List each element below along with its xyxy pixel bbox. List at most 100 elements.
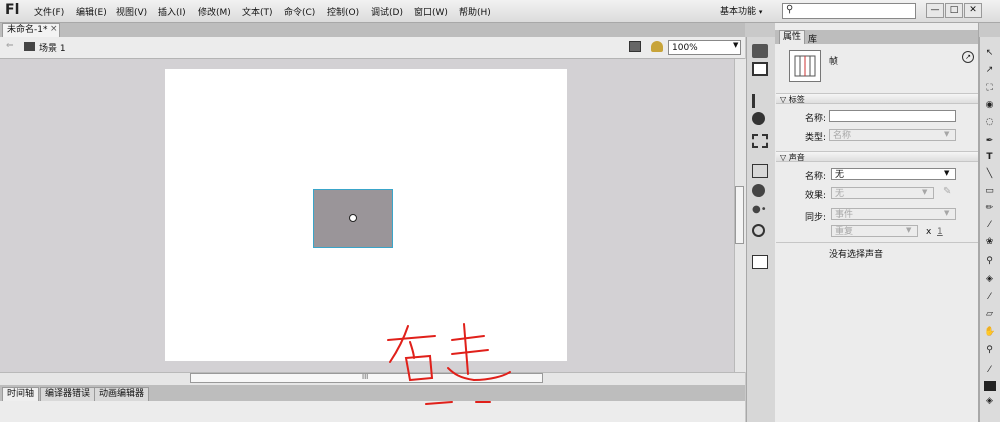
workspace-label: 基本功能 — [720, 7, 757, 17]
close-tab-icon[interactable]: × — [50, 24, 58, 34]
timeline-area — [0, 401, 745, 422]
history-icon[interactable] — [752, 255, 768, 269]
tab-compiler-errors[interactable]: 编译器错误 — [40, 387, 96, 401]
search-icon: ⚲ — [786, 4, 794, 15]
transform-icon[interactable] — [752, 134, 768, 148]
menu-view[interactable]: 视图(V) — [116, 5, 147, 18]
tab-motion-editor[interactable]: 动画编辑器 — [94, 387, 150, 401]
color-panel-icon[interactable] — [752, 44, 768, 58]
document-tab-strip — [0, 23, 745, 37]
sound-effect-label: 效果: — [804, 191, 826, 201]
chevron-down-icon: ▼ — [944, 209, 950, 217]
brush-icon[interactable]: ⁄ — [984, 220, 995, 231]
stroke-color-icon[interactable]: ⁄ — [984, 365, 995, 376]
tab-properties[interactable]: 属性 — [779, 30, 805, 44]
motion-presets-icon[interactable]: ●• — [752, 204, 768, 218]
menu-edit[interactable]: 编辑(E) — [76, 5, 107, 18]
help-icon[interactable]: ↗ — [962, 51, 974, 63]
selection-tool-icon[interactable]: ↖ — [984, 48, 995, 59]
search-input[interactable] — [782, 3, 916, 19]
chevron-down-icon: ▾ — [758, 8, 763, 16]
chevron-down-icon: ▼ — [733, 41, 739, 49]
edit-scene-icon[interactable] — [629, 41, 641, 52]
label-section-title: 标签 — [788, 95, 805, 104]
annotation-handwriting: 右击 — [380, 318, 511, 405]
sound-name-select[interactable]: 无 — [831, 168, 956, 180]
behaviors-icon[interactable] — [752, 224, 765, 237]
eyedropper-icon[interactable]: ⁄ — [984, 292, 995, 303]
menu-commands[interactable]: 命令(C) — [284, 5, 315, 18]
menu-help[interactable]: 帮助(H) — [459, 5, 491, 18]
sound-section-title: 声音 — [788, 153, 805, 162]
menu-modify[interactable]: 修改(M) — [198, 5, 231, 18]
restore-button[interactable]: □ — [945, 3, 963, 18]
info-icon[interactable] — [752, 112, 765, 125]
line-tool-icon[interactable]: ╲ — [984, 169, 995, 180]
scene-icon — [24, 42, 35, 51]
label-type-label: 类型: — [804, 133, 826, 143]
collapse-icon: ▽ — [780, 153, 789, 162]
scroll-grip-icon: III — [362, 373, 369, 381]
frame-label: 帧 — [829, 57, 839, 67]
pen-icon[interactable]: ✒ — [984, 136, 995, 147]
fill-color-swatch[interactable] — [984, 381, 996, 391]
menu-debug[interactable]: 调试(D) — [371, 5, 403, 18]
deco-icon[interactable]: ❀ — [984, 237, 995, 248]
paint-bucket-icon[interactable]: ◈ — [984, 396, 995, 407]
properties-tab-strip — [775, 30, 978, 44]
sound-section-header[interactable]: ▽ 声音 — [776, 151, 978, 162]
menu-control[interactable]: 控制(O) — [327, 5, 359, 18]
frame-icon — [789, 50, 821, 82]
edit-symbol-icon[interactable] — [651, 41, 663, 52]
swatches-icon[interactable] — [752, 62, 768, 76]
vertical-scroll-thumb[interactable] — [735, 186, 744, 244]
registration-point-icon — [349, 214, 357, 222]
zoom-select[interactable]: 100% — [668, 40, 741, 55]
hand-icon[interactable]: ✋ — [984, 327, 995, 338]
repeat-x-label: x — [926, 227, 932, 237]
align-icon[interactable] — [752, 94, 768, 108]
text-tool-icon[interactable]: T — [984, 152, 995, 163]
app-logo: Fl — [5, 2, 20, 18]
chevron-down-icon: ▼ — [906, 226, 912, 234]
repeat-count[interactable]: 1 — [937, 227, 943, 237]
tab-timeline[interactable]: 时间轴 — [2, 387, 40, 401]
menu-file[interactable]: 文件(F) — [34, 5, 64, 18]
divider — [776, 242, 978, 243]
lasso-icon[interactable]: ◌ — [984, 117, 995, 128]
label-name-label: 名称: — [804, 114, 826, 124]
annotation-text: 右击 — [380, 318, 382, 319]
subselection-tool-icon[interactable]: ↗ — [984, 65, 995, 76]
chevron-down-icon: ▼ — [944, 130, 950, 138]
sound-effect-select[interactable]: 无 — [831, 187, 934, 199]
menu-window[interactable]: 窗口(W) — [414, 5, 448, 18]
back-arrow-icon[interactable]: ⇐ — [6, 41, 14, 51]
paint-bucket-icon[interactable]: ◈ — [984, 274, 995, 285]
sound-sync-select[interactable]: 事件 — [831, 208, 956, 220]
components-icon[interactable] — [752, 184, 765, 197]
menu-insert[interactable]: 插入(I) — [158, 5, 186, 18]
label-type-select[interactable]: 名称 — [829, 129, 956, 141]
minimize-button[interactable]: — — [926, 3, 944, 18]
free-transform-icon[interactable]: ⛶ — [984, 83, 995, 94]
label-section-header[interactable]: ▽ 标签 — [776, 93, 978, 104]
eraser-icon[interactable]: ▱ — [984, 309, 995, 320]
pencil-icon[interactable]: ✏ — [984, 203, 995, 214]
sound-repeat-select[interactable]: 重复 — [831, 225, 918, 237]
label-name-input[interactable] — [829, 110, 956, 122]
sound-sync-label: 同步: — [804, 213, 826, 223]
close-window-button[interactable]: ✕ — [964, 3, 982, 18]
edit-envelope-icon[interactable]: ✎ — [943, 186, 951, 197]
bone-icon[interactable]: ⚲ — [984, 256, 995, 267]
workspace-switcher[interactable]: 基本功能 ▾ — [720, 4, 762, 17]
tab-library[interactable]: 库 — [808, 32, 817, 45]
rectangle-tool-icon[interactable]: ▭ — [984, 186, 995, 197]
code-snippets-icon[interactable] — [752, 164, 768, 178]
sound-name-label: 名称: — [804, 172, 826, 182]
zoom-icon[interactable]: ⚲ — [984, 345, 995, 356]
chevron-down-icon: ▼ — [944, 169, 950, 177]
menu-text[interactable]: 文本(T) — [242, 5, 273, 18]
scene-label[interactable]: 场景 1 — [39, 41, 66, 54]
chevron-down-icon: ▼ — [922, 188, 928, 196]
3d-rotation-icon[interactable]: ◉ — [984, 100, 995, 111]
